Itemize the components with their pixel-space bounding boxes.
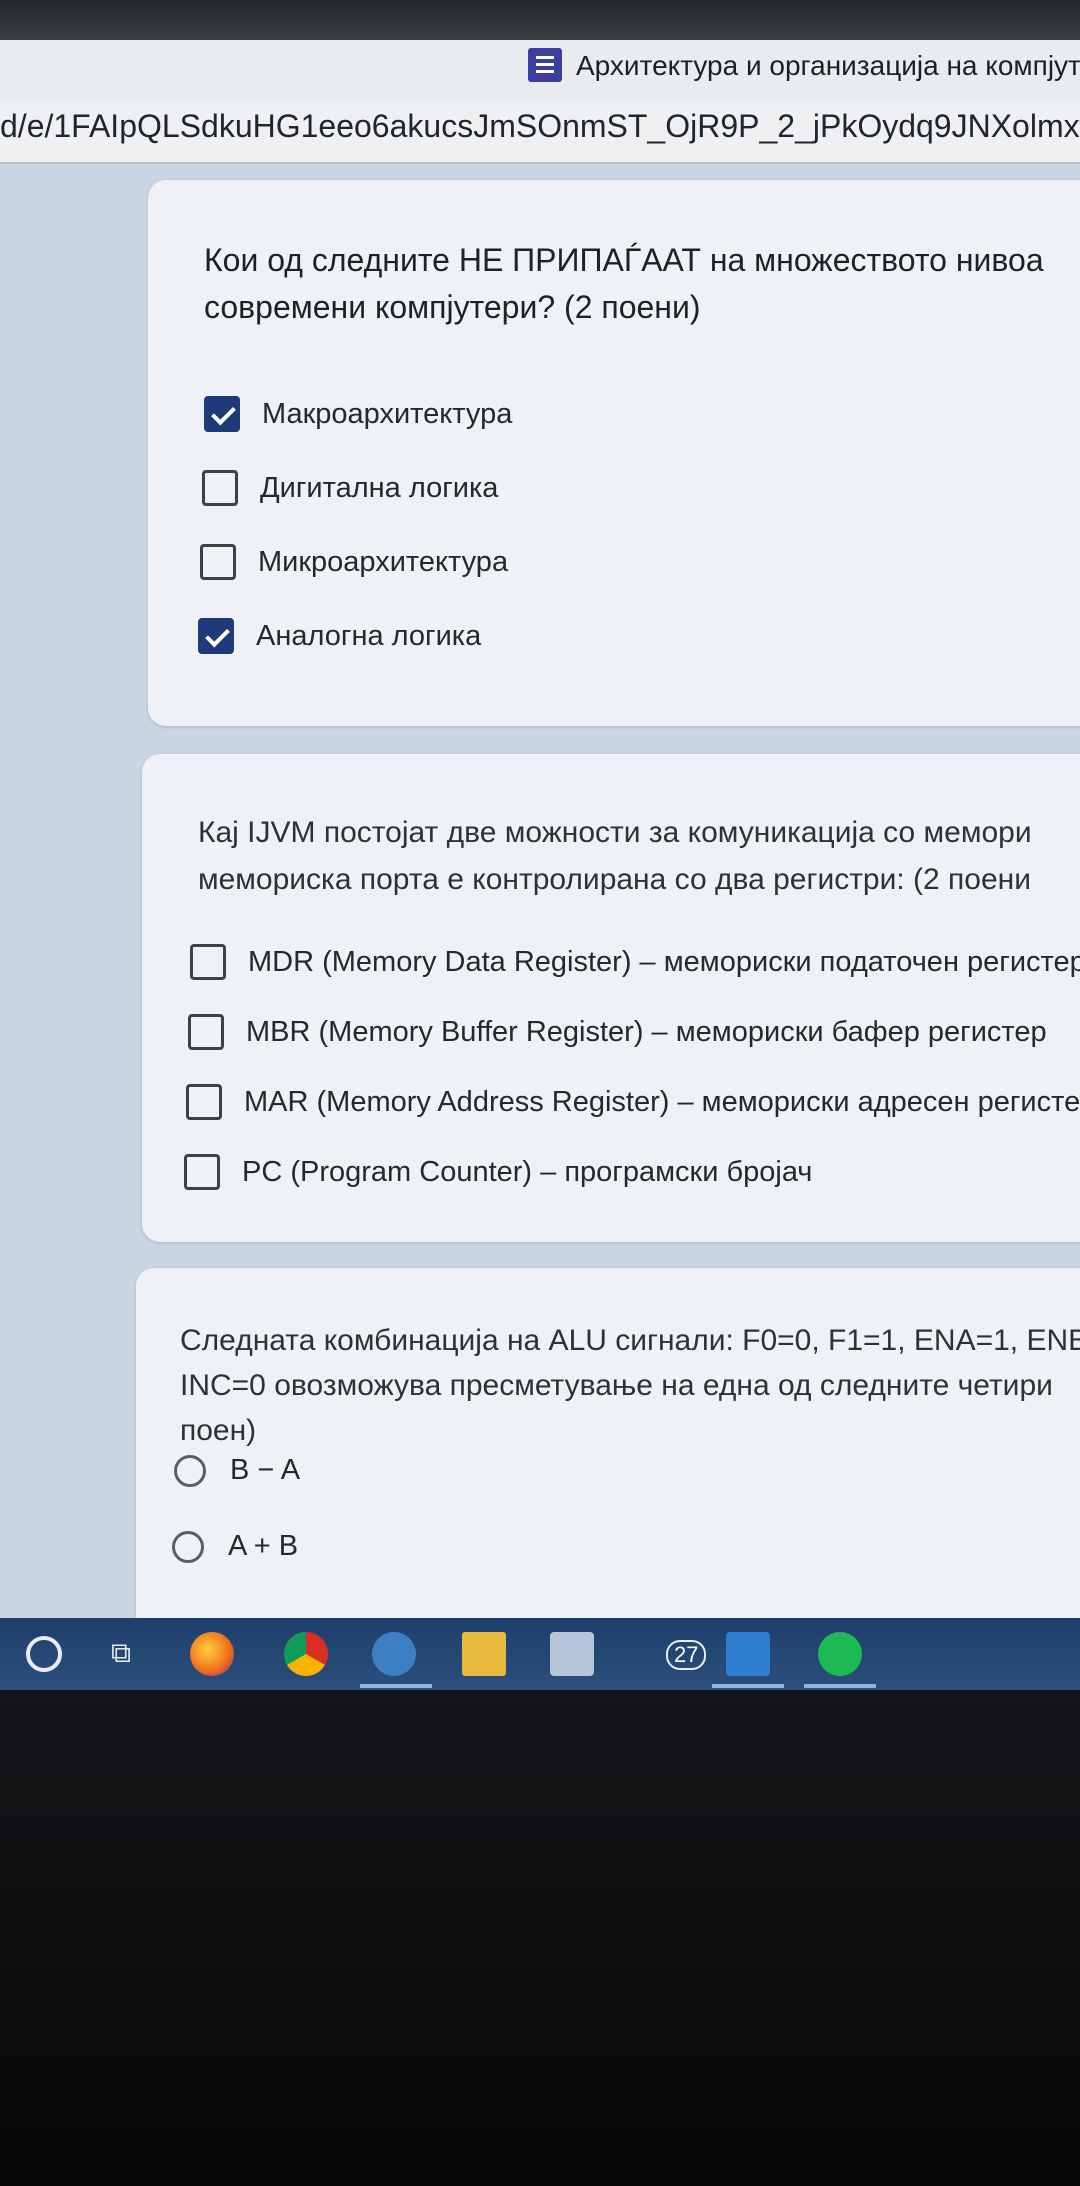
option-label: Дигитална логика	[260, 471, 499, 504]
option-label: MDR (Memory Data Register) – мемориски п…	[248, 945, 1080, 978]
url-text[interactable]: d/e/1FAIpQLSdkuHG1eeo6akucsJmSOnmST_OjR9…	[0, 108, 1080, 145]
monitor-bezel	[0, 1690, 1080, 2186]
spotify-icon[interactable]	[818, 1632, 862, 1676]
question-card-3: Следната комбинација на ALU сигнали: F0=…	[136, 1268, 1080, 1668]
question-text-line1: Следната комбинација на ALU сигнали: F0=…	[180, 1324, 1080, 1357]
store-icon[interactable]	[550, 1632, 594, 1676]
address-bar[interactable]: d/e/1FAIpQLSdkuHG1eeo6akucsJmSOnmST_OjR9…	[0, 100, 1080, 164]
start-icon[interactable]	[26, 1636, 62, 1672]
checkbox-checked[interactable]	[198, 618, 234, 654]
google-forms-icon	[528, 48, 562, 82]
checkbox-option[interactable]: PC (Program Counter) – програмски бројач	[184, 1154, 812, 1190]
tab-title[interactable]: Архитектура и организација на компјутери	[576, 50, 1080, 82]
option-label: B − A	[230, 1454, 301, 1486]
checkbox[interactable]	[190, 944, 226, 980]
question-text-line2: современи компјутери? (2 поени)	[204, 289, 701, 325]
task-view-icon[interactable]: ⧉	[108, 1638, 134, 1668]
checkbox-option[interactable]: Дигитална логика	[202, 470, 498, 506]
firefox-icon[interactable]	[190, 1632, 234, 1676]
option-label: Аналогна логика	[256, 619, 482, 652]
checkbox[interactable]	[188, 1014, 224, 1050]
option-label: MAR (Memory Address Register) – мемориск…	[244, 1085, 1080, 1118]
checkbox-option[interactable]: MBR (Memory Buffer Register) – мемориски…	[188, 1014, 1047, 1050]
checkbox-option[interactable]: Аналогна логика	[198, 618, 481, 654]
screen-top-edge	[0, 0, 1080, 40]
checkbox-checked[interactable]	[204, 396, 240, 432]
checkbox[interactable]	[184, 1154, 220, 1190]
question-text-line1: Кои од следните НЕ ПРИПАЃААТ на множеств…	[204, 242, 1044, 278]
monitor-screen: Архитектура и организација на компјутери…	[0, 0, 1080, 1690]
notification-badge: 27	[666, 1640, 707, 1670]
active-app-indicator	[360, 1684, 432, 1688]
active-app-indicator	[804, 1684, 876, 1688]
option-label: Макроархитектура	[262, 397, 513, 430]
question-text-line3: поен)	[180, 1414, 257, 1447]
windows-taskbar: ⧉ 27	[0, 1618, 1080, 1690]
radio-option[interactable]: A + B	[172, 1530, 298, 1563]
file-explorer-icon[interactable]	[462, 1632, 506, 1676]
chrome-icon[interactable]	[284, 1632, 328, 1676]
option-label: Микроархитектура	[258, 545, 509, 578]
option-label: MBR (Memory Buffer Register) – мемориски…	[246, 1015, 1047, 1048]
radio-button[interactable]	[172, 1530, 204, 1563]
question-card-2: Кај IJVM постојат две можности за комуни…	[142, 754, 1080, 1242]
checkbox-option[interactable]: Микроархитектура	[200, 544, 508, 580]
checkbox-option[interactable]: Макроархитектура	[204, 396, 512, 432]
checkbox[interactable]	[200, 544, 236, 580]
radio-option[interactable]: B − A	[174, 1454, 300, 1487]
checkbox[interactable]	[186, 1084, 222, 1120]
question-text-line2: INC=0 овозможува пресметување на една од…	[180, 1369, 1053, 1402]
option-label: A + B	[228, 1530, 299, 1562]
question-text-line1: Кај IJVM постојат две можности за комуни…	[198, 816, 1032, 849]
option-label: PC (Program Counter) – програмски бројач	[242, 1155, 813, 1188]
checkbox-option[interactable]: MDR (Memory Data Register) – мемориски п…	[190, 944, 1080, 980]
radio-button[interactable]	[174, 1454, 206, 1487]
question-text-line2: мемориска порта е контролирана со два ре…	[198, 863, 1031, 896]
checkbox-option[interactable]: MAR (Memory Address Register) – мемориск…	[186, 1084, 1080, 1120]
question-card-1: Кои од следните НЕ ПРИПАЃААТ на множеств…	[148, 180, 1080, 726]
browser-title-bar: Архитектура и организација на компјутери	[0, 0, 1080, 101]
edge-icon[interactable]	[372, 1632, 416, 1676]
checkbox[interactable]	[202, 470, 238, 506]
mail-icon[interactable]	[726, 1632, 770, 1676]
active-app-indicator	[712, 1684, 784, 1688]
